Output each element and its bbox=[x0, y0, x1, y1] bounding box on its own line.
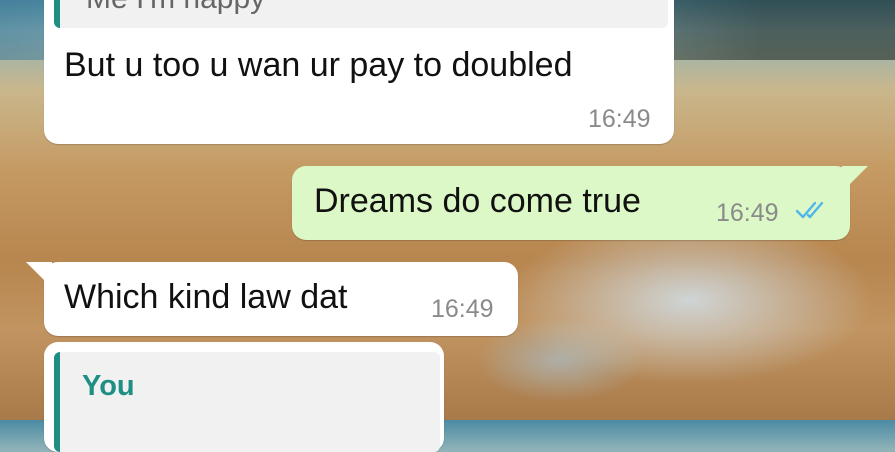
message-bubble-incoming[interactable]: You bbox=[44, 342, 444, 452]
message-text: But u too u wan ur pay to doubled bbox=[64, 46, 573, 84]
message-text: Dreams do come true bbox=[314, 182, 641, 220]
double-check-read-icon bbox=[795, 201, 824, 219]
message-text: Which kind law dat bbox=[64, 278, 348, 316]
quoted-message-text: Me I'm happy bbox=[86, 0, 265, 16]
message-timestamp: 16:49 bbox=[431, 295, 494, 323]
quoted-message[interactable]: Me I'm happy bbox=[54, 0, 668, 28]
message-bubble-incoming[interactable]: Which kind law dat 16:49 bbox=[26, 262, 518, 336]
bubble-tail bbox=[842, 166, 868, 192]
message-bubble-incoming[interactable]: Me I'm happy But u too u wan ur pay to d… bbox=[44, 0, 674, 144]
quoted-message[interactable]: You bbox=[54, 352, 440, 452]
message-bubble-outgoing[interactable]: Dreams do come true 16:49 bbox=[292, 166, 868, 240]
message-timestamp: 16:49 bbox=[588, 105, 651, 133]
message-timestamp: 16:49 bbox=[716, 199, 779, 227]
quoted-message-author: You bbox=[82, 370, 135, 402]
bubble-tail bbox=[26, 262, 52, 288]
